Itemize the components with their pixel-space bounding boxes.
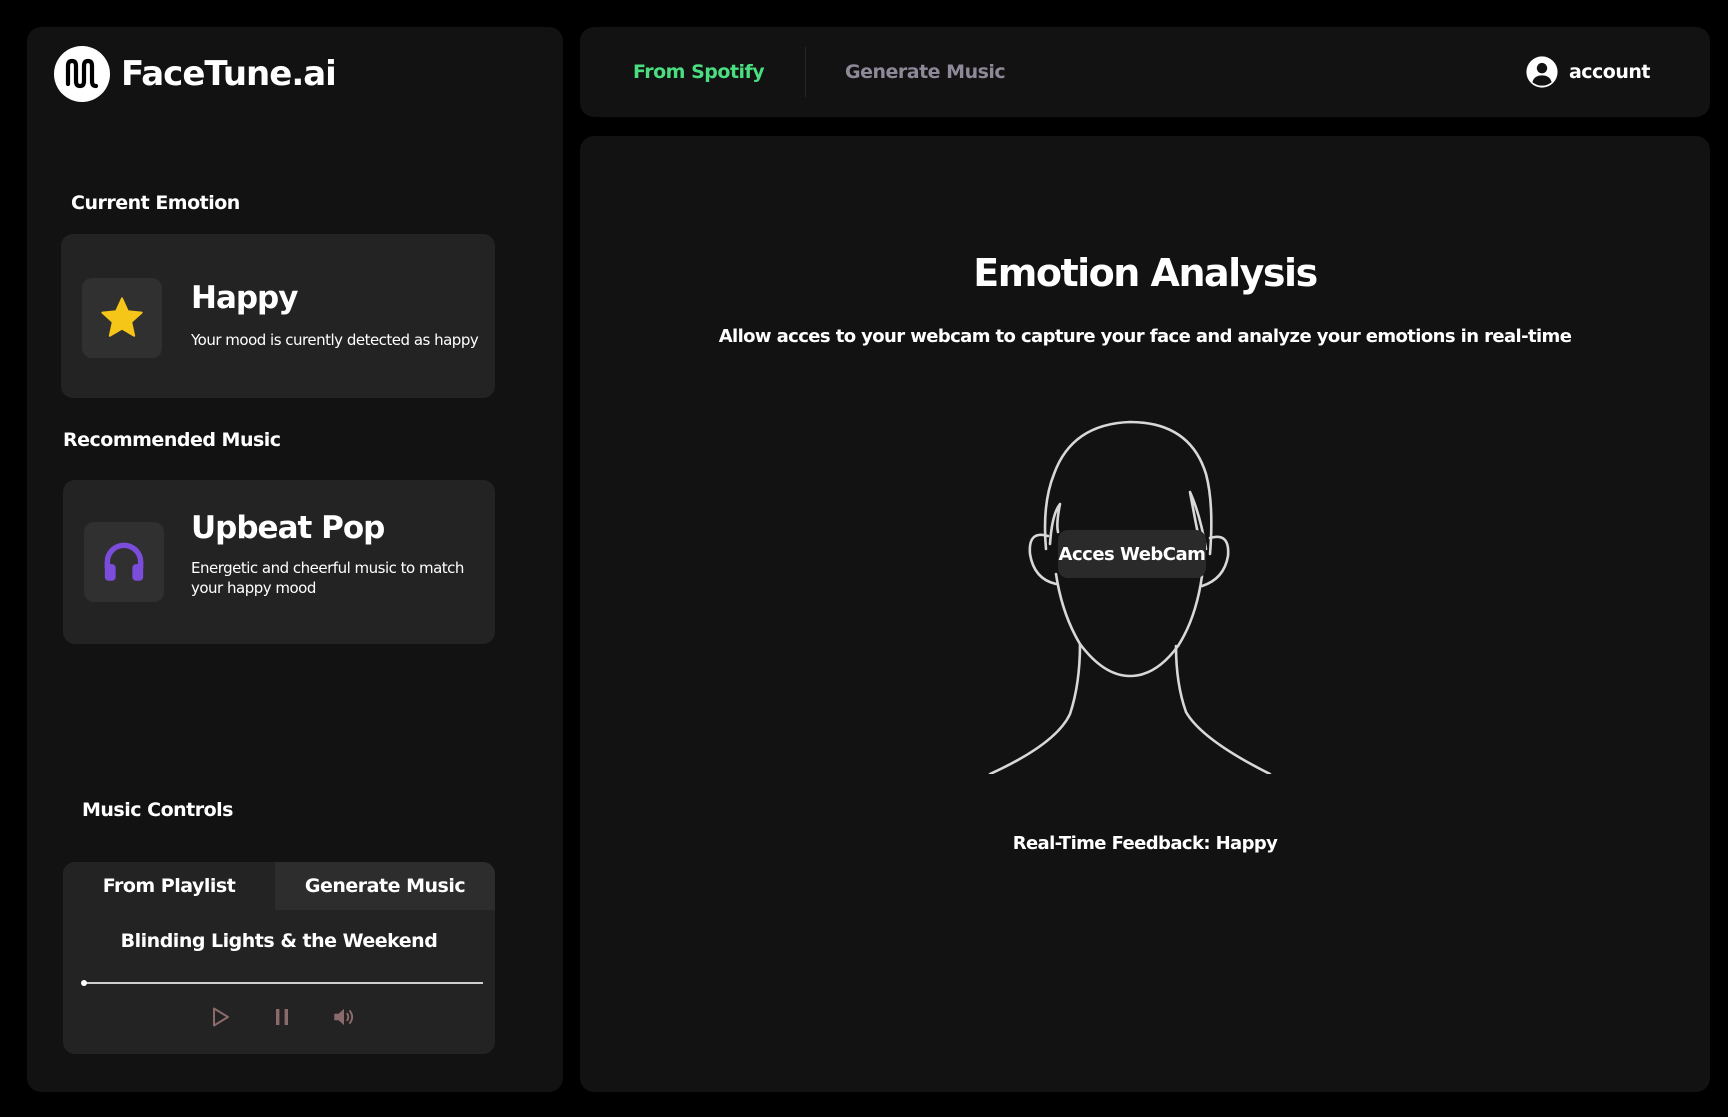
emotion-description: Your mood is curently detected as happy: [191, 331, 479, 349]
recommended-music-card[interactable]: Upbeat Pop Energetic and cheerful music …: [63, 480, 495, 644]
pause-icon: [276, 1009, 288, 1025]
progress-bar[interactable]: [81, 980, 483, 986]
user-circle-icon: [1526, 56, 1558, 88]
page-subtitle: Allow acces to your webcam to capture yo…: [718, 326, 1572, 347]
music-controls-heading: Music Controls: [82, 799, 233, 821]
emotion-icon-box: [82, 278, 162, 358]
top-navigation: From Spotify Generate Music account: [580, 27, 1710, 117]
tab-from-playlist[interactable]: From Playlist: [63, 862, 275, 910]
music-title: Upbeat Pop: [191, 510, 385, 546]
account-label: account: [1568, 61, 1651, 83]
access-webcam-button[interactable]: Acces WebCam: [1058, 530, 1206, 578]
headphones-icon: [104, 542, 144, 581]
current-emotion-card: Happy Your mood is curently detected as …: [61, 234, 495, 398]
current-emotion-heading: Current Emotion: [71, 192, 240, 214]
track-title: Blinding Lights & the Weekend: [120, 930, 438, 952]
tab-generate-music[interactable]: Generate Music: [275, 862, 495, 910]
pause-button[interactable]: [267, 1002, 297, 1032]
brand[interactable]: FaceTune.ai: [54, 46, 337, 102]
emotion-analysis-panel: Emotion Analysis Allow acces to your web…: [580, 136, 1710, 1092]
brand-name: FaceTune.ai: [121, 54, 337, 94]
music-controls-panel: From Playlist Generate Music Blinding Li…: [63, 862, 495, 1054]
music-description: Energetic and cheerful music to match yo…: [191, 559, 464, 597]
tab-from-spotify[interactable]: From Spotify: [633, 27, 765, 117]
music-icon-box: [84, 522, 164, 602]
realtime-feedback: Real-Time Feedback: Happy: [1012, 833, 1278, 854]
recommended-music-heading: Recommended Music: [63, 429, 281, 451]
play-icon: [213, 1007, 229, 1027]
nav-divider: [805, 47, 806, 97]
star-icon: [101, 297, 143, 337]
page-title: Emotion Analysis: [973, 251, 1318, 295]
tab-generate-music-top[interactable]: Generate Music: [845, 27, 1006, 117]
head-outline-illustration: [988, 420, 1272, 774]
volume-button[interactable]: [329, 1002, 359, 1032]
play-button[interactable]: [205, 1002, 235, 1032]
logo-icon: [54, 46, 110, 102]
emotion-title: Happy: [191, 280, 298, 316]
volume-icon: [334, 1008, 354, 1026]
sidebar: FaceTune.ai Current Emotion Happy Your m…: [27, 27, 563, 1092]
progress-knob[interactable]: [81, 980, 87, 986]
account-button[interactable]: account: [1525, 27, 1651, 117]
